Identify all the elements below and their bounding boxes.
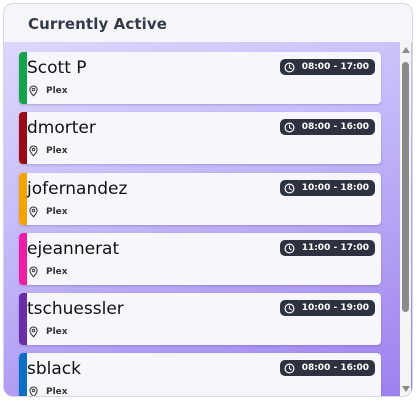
- shift-time-badge: 10:00 - 18:00: [279, 180, 375, 196]
- user-row[interactable]: Scott P 08:00 - 17:00 Plex: [19, 52, 381, 104]
- user-location: Plex: [28, 144, 68, 158]
- shift-time-badge: 11:00 - 17:00: [279, 240, 375, 256]
- location-pin-icon: [29, 326, 38, 338]
- user-name: jofernandez: [27, 179, 128, 199]
- user-name: sblack: [27, 359, 81, 379]
- shift-time: 08:00 - 16:00: [301, 363, 369, 373]
- scroll-up-arrow-icon[interactable]: [402, 47, 410, 53]
- vertical-scrollbar[interactable]: [400, 42, 411, 396]
- location-label: Plex: [46, 327, 68, 337]
- user-name: ejeannerat: [27, 239, 120, 259]
- user-name: tschuessler: [27, 299, 124, 319]
- clock-icon: [284, 363, 295, 373]
- scroll-down-arrow-icon[interactable]: [402, 386, 410, 392]
- location-pin-icon: [29, 206, 38, 218]
- shift-time-badge: 08:00 - 16:00: [279, 360, 375, 376]
- user-location: Plex: [28, 385, 68, 397]
- location-label: Plex: [46, 207, 68, 217]
- user-row[interactable]: ejeannerat 11:00 - 17:00 Plex: [19, 233, 381, 285]
- clock-icon: [284, 243, 295, 253]
- user-color-bar: [19, 293, 27, 345]
- user-name: dmorter: [27, 118, 96, 138]
- location-label: Plex: [46, 86, 68, 96]
- shift-time-badge: 08:00 - 17:00: [279, 59, 375, 75]
- shift-time: 10:00 - 18:00: [301, 183, 369, 193]
- shift-time-badge: 08:00 - 16:00: [279, 119, 375, 135]
- clock-icon: [284, 122, 295, 132]
- scrollbar-thumb[interactable]: [402, 62, 409, 312]
- shift-time: 10:00 - 19:00: [301, 303, 369, 313]
- user-row[interactable]: tschuessler 10:00 - 19:00 Plex: [19, 293, 381, 345]
- shift-time-badge: 10:00 - 19:00: [279, 300, 375, 316]
- user-name: Scott P: [27, 58, 87, 78]
- user-row[interactable]: sblack 08:00 - 16:00 Plex: [19, 353, 381, 397]
- clock-icon: [284, 62, 295, 72]
- location-pin-icon: [29, 145, 38, 157]
- user-location: Plex: [28, 325, 68, 339]
- location-label: Plex: [46, 146, 68, 156]
- user-location: Plex: [28, 205, 68, 219]
- currently-active-panel: Currently Active Scott P 08:00 - 17:00 P…: [3, 3, 413, 397]
- user-row[interactable]: dmorter 08:00 - 16:00 Plex: [19, 112, 381, 164]
- active-users-list[interactable]: Scott P 08:00 - 17:00 Plex dmorter 08:00…: [4, 42, 412, 397]
- user-color-bar: [19, 112, 27, 164]
- shift-time: 11:00 - 17:00: [301, 243, 369, 253]
- clock-icon: [284, 303, 295, 313]
- location-label: Plex: [46, 387, 68, 397]
- panel-header: Currently Active: [4, 4, 412, 42]
- shift-time: 08:00 - 17:00: [301, 62, 369, 72]
- panel-title: Currently Active: [28, 15, 168, 33]
- user-location: Plex: [28, 84, 68, 98]
- user-location: Plex: [28, 265, 68, 279]
- clock-icon: [284, 183, 295, 193]
- shift-time: 08:00 - 16:00: [301, 122, 369, 132]
- location-pin-icon: [29, 85, 38, 97]
- user-color-bar: [19, 353, 27, 396]
- location-pin-icon: [29, 266, 38, 278]
- user-color-bar: [19, 173, 27, 225]
- user-color-bar: [19, 233, 27, 285]
- location-pin-icon: [29, 386, 38, 396]
- location-label: Plex: [46, 267, 68, 277]
- user-color-bar: [19, 52, 27, 104]
- user-row[interactable]: jofernandez 10:00 - 18:00 Plex: [19, 173, 381, 225]
